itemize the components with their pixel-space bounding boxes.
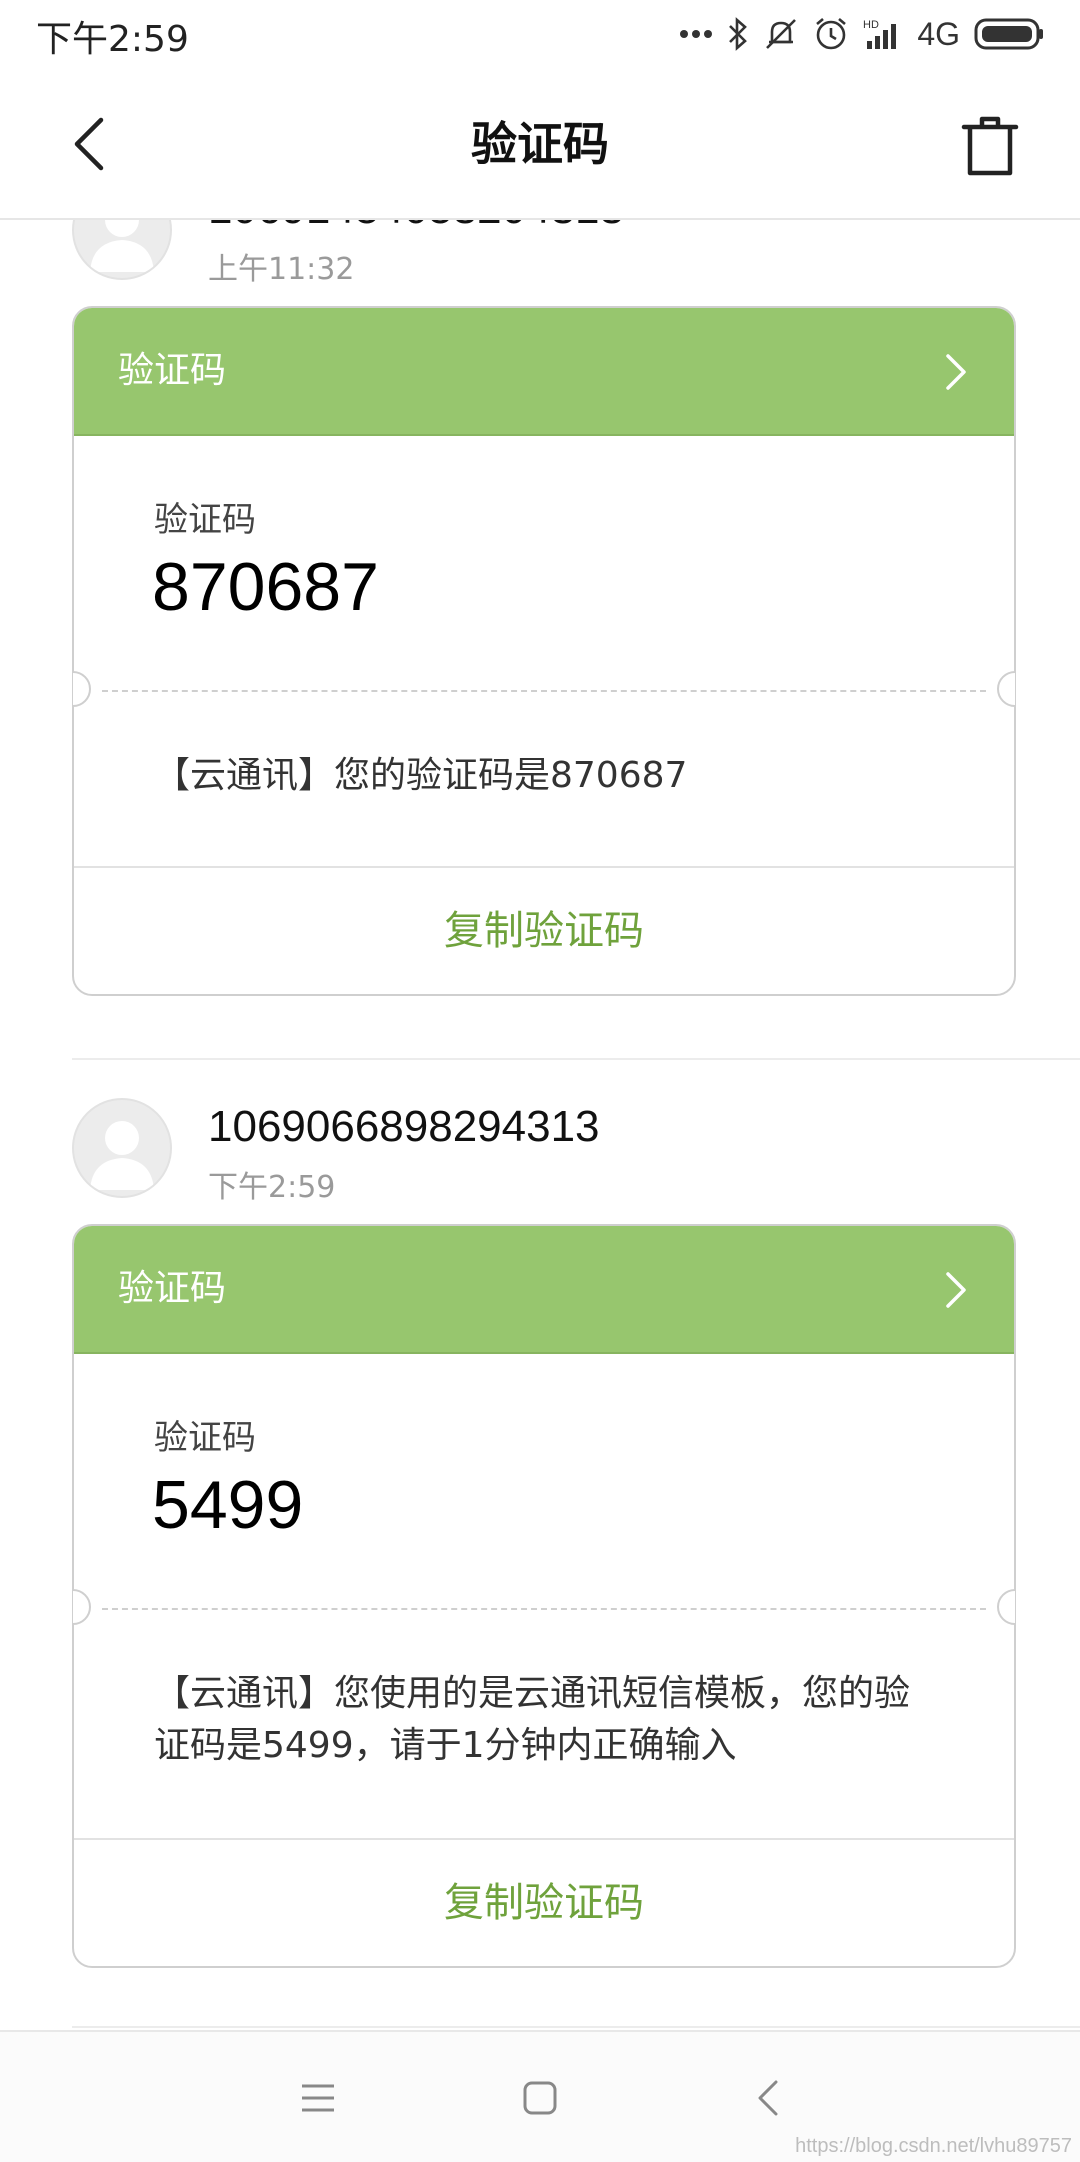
avatar[interactable] [72, 1098, 172, 1198]
status-bar: 下午2:59 HD 4G [0, 0, 1080, 70]
more-dots-icon [679, 29, 713, 39]
nav-back-button[interactable] [738, 2068, 798, 2128]
back-icon [758, 2080, 778, 2116]
status-time: 下午2:59 [36, 19, 189, 60]
message-time: 下午2:59 [208, 1170, 336, 1205]
home-button[interactable] [510, 2068, 570, 2128]
app-header: 验证码 [0, 70, 1080, 220]
sender-row: 1069066898294313 下午2:59 [72, 1098, 1072, 1208]
sender-number: 1069066898294313 [208, 1102, 600, 1151]
card-header[interactable]: 验证码 [74, 308, 1014, 436]
battery-icon [974, 18, 1044, 50]
card-header-title: 验证码 [118, 1268, 227, 1309]
page-title: 验证码 [471, 117, 609, 171]
verification-card: 验证码 验证码 5499 【云通讯】您使用的是云通讯短信模板，您的验证码是549… [72, 1224, 1016, 1968]
message-body: 【云通讯】您的验证码是870687 [154, 755, 688, 796]
message-separator [72, 1058, 1080, 1060]
chevron-right-icon [946, 354, 966, 390]
message-time: 上午11:32 [208, 252, 355, 287]
mute-icon [763, 16, 799, 52]
code-label: 验证码 [154, 1418, 256, 1458]
copy-code-button[interactable]: 复制验证码 [74, 1838, 1014, 1966]
message-separator [72, 2026, 1080, 2028]
code-label: 验证码 [154, 500, 256, 540]
verification-code: 870687 [152, 549, 379, 625]
menu-icon [302, 2084, 334, 2112]
chevron-right-icon [946, 1272, 966, 1308]
verification-code: 5499 [152, 1467, 304, 1543]
code-section: 验证码 870687 [74, 436, 1014, 690]
home-icon [523, 2081, 557, 2115]
trash-icon [961, 116, 1019, 176]
menu-button[interactable] [288, 2068, 348, 2128]
message-list[interactable]: 10691454053204313 上午11:32 验证码 验证码 870687… [0, 220, 1080, 2028]
signal-icon: HD [863, 17, 903, 51]
sender-number: 10691454053204313 [208, 220, 624, 234]
status-icons: HD 4G [679, 12, 1044, 56]
default-avatar-icon [90, 1121, 154, 1190]
avatar[interactable] [72, 220, 172, 280]
default-avatar-icon [90, 220, 154, 272]
copy-code-button[interactable]: 复制验证码 [74, 866, 1014, 994]
watermark: https://blog.csdn.net/lvhu89757 [795, 2135, 1072, 2157]
card-header[interactable]: 验证码 [74, 1226, 1014, 1354]
code-section: 验证码 5499 [74, 1354, 1014, 1608]
back-button[interactable] [56, 106, 120, 182]
bluetooth-icon [727, 17, 749, 51]
sender-row: 10691454053204313 上午11:32 [72, 220, 1072, 290]
message-body: 【云通讯】您使用的是云通讯短信模板，您的验证码是5499，请于1分钟内正确输入 [154, 1673, 911, 1766]
verification-card: 验证码 验证码 870687 【云通讯】您的验证码是870687 复制验证码 [72, 306, 1016, 996]
card-header-title: 验证码 [118, 350, 227, 391]
back-arrow-icon [74, 117, 104, 171]
alarm-icon [813, 16, 849, 52]
system-nav-bar: https://blog.csdn.net/lvhu89757 [0, 2030, 1080, 2162]
network-type: 4G [917, 15, 960, 52]
delete-button[interactable] [954, 108, 1026, 184]
svg-text:HD: HD [863, 19, 879, 31]
